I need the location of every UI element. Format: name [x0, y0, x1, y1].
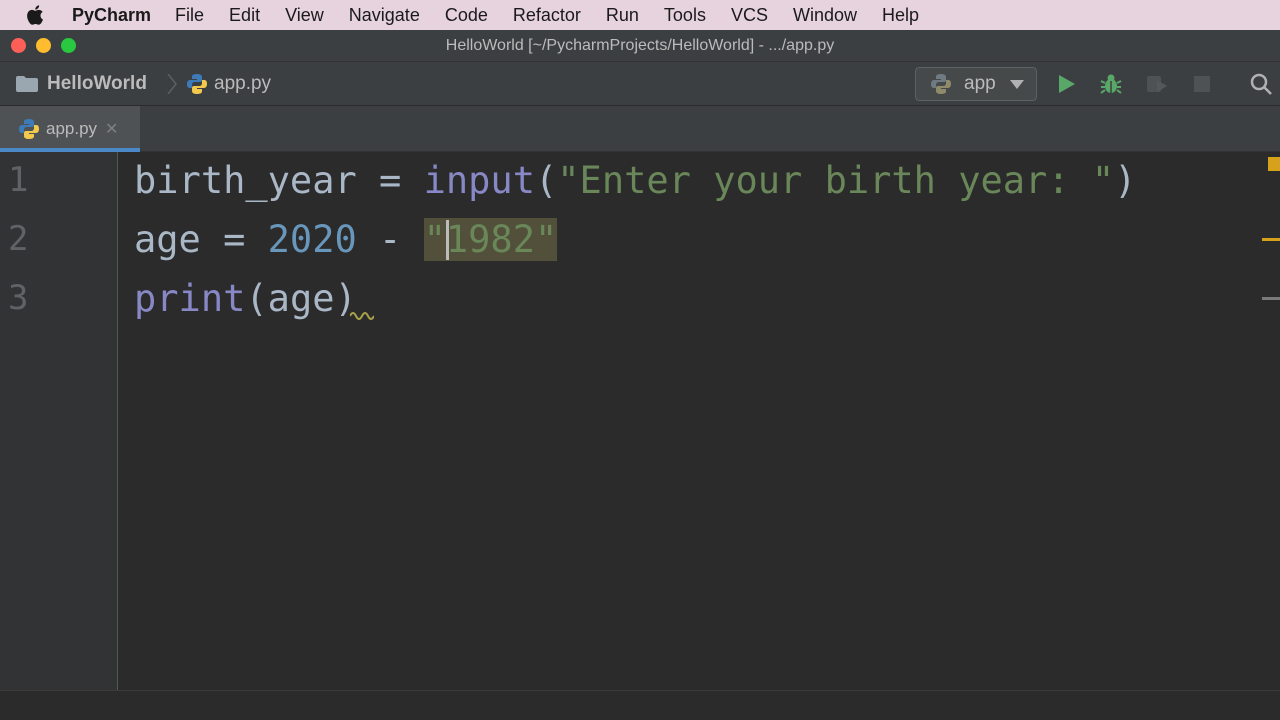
minimize-window-button[interactable]: [36, 38, 51, 53]
menu-window[interactable]: Window: [793, 5, 857, 26]
stop-icon[interactable]: [1190, 72, 1214, 96]
paren: (: [534, 159, 558, 202]
menu-vcs[interactable]: VCS: [731, 5, 768, 26]
menu-tools[interactable]: Tools: [664, 5, 706, 26]
line-number: 3: [8, 278, 29, 318]
menu-edit[interactable]: Edit: [229, 5, 260, 26]
operator: =: [356, 159, 424, 202]
number-literal: 2020: [267, 218, 357, 261]
breadcrumb-project[interactable]: HelloWorld: [16, 62, 147, 106]
menu-help[interactable]: Help: [882, 5, 919, 26]
identifier: age: [134, 218, 201, 261]
breadcrumb-file[interactable]: app.py: [186, 62, 271, 106]
operator: -: [356, 218, 424, 261]
identifier: birth_year: [134, 159, 357, 202]
breadcrumb-separator-icon: [167, 74, 177, 94]
folder-icon: [16, 76, 38, 92]
run-icon[interactable]: [1055, 72, 1079, 96]
builtin-function: print: [134, 277, 246, 320]
menu-file[interactable]: File: [175, 5, 204, 26]
window-title: HelloWorld [~/PycharmProjects/HelloWorld…: [445, 36, 835, 54]
debug-icon[interactable]: [1099, 72, 1123, 96]
line-number-gutter: 1 2 3: [0, 152, 118, 690]
run-configuration-select[interactable]: app: [915, 67, 1037, 101]
code-editor[interactable]: 1 2 3 birth_year = input("Enter your bir…: [0, 152, 1280, 720]
operator: =: [200, 218, 268, 261]
python-file-icon: [19, 119, 39, 139]
os-menubar: PyCharm File Edit View Navigate Code Ref…: [0, 0, 1280, 30]
window-controls: [11, 38, 76, 53]
code-line-1[interactable]: birth_year = input("Enter your birth yea…: [134, 152, 1136, 210]
error-stripe-marker[interactable]: [1262, 238, 1280, 241]
paren: ): [1114, 159, 1137, 202]
string-quote: ": [423, 218, 446, 261]
python-file-icon: [187, 74, 207, 94]
python-icon: [931, 74, 951, 94]
call-args: (age): [245, 277, 357, 320]
string-literal: "Enter your birth year: ": [557, 159, 1115, 202]
warning-indicator[interactable]: [1268, 157, 1280, 171]
zoom-window-button[interactable]: [61, 38, 76, 53]
project-name: HelloWorld: [47, 73, 147, 94]
tab-app-py[interactable]: app.py ✕: [0, 106, 140, 152]
app-menu[interactable]: PyCharm: [72, 5, 151, 26]
menu-view[interactable]: View: [285, 5, 324, 26]
search-icon[interactable]: [1249, 72, 1273, 96]
editor-bottom-bar: [0, 690, 1280, 720]
string-body: 1982": [445, 218, 558, 261]
code-line-3[interactable]: print(age): [134, 270, 357, 328]
chevron-down-icon: [1010, 80, 1024, 89]
text-cursor: [445, 219, 449, 260]
error-stripe-marker[interactable]: [1262, 297, 1280, 300]
coverage-icon[interactable]: [1145, 72, 1169, 96]
highlighted-string-literal: "1982": [423, 218, 558, 261]
menu-code[interactable]: Code: [445, 5, 488, 26]
code-line-2[interactable]: age = 2020 - "1982": [134, 211, 558, 269]
close-window-button[interactable]: [11, 38, 26, 53]
menu-navigate[interactable]: Navigate: [349, 5, 420, 26]
menu-run[interactable]: Run: [606, 5, 639, 26]
menu-refactor[interactable]: Refactor: [513, 5, 581, 26]
editor-tabs: app.py ✕: [0, 106, 1280, 152]
close-icon[interactable]: ✕: [105, 119, 118, 139]
builtin-function: input: [423, 159, 535, 202]
line-number: 2: [8, 219, 29, 259]
apple-icon[interactable]: [0, 0, 72, 30]
run-config-label: app: [964, 73, 996, 94]
file-name: app.py: [214, 73, 272, 94]
tab-label: app.py: [46, 119, 98, 138]
navigation-bar: HelloWorld app.py app: [0, 61, 1280, 106]
window-titlebar: HelloWorld [~/PycharmProjects/HelloWorld…: [0, 30, 1280, 61]
line-number: 1: [8, 160, 29, 200]
warning-squiggle-icon: [350, 312, 374, 320]
